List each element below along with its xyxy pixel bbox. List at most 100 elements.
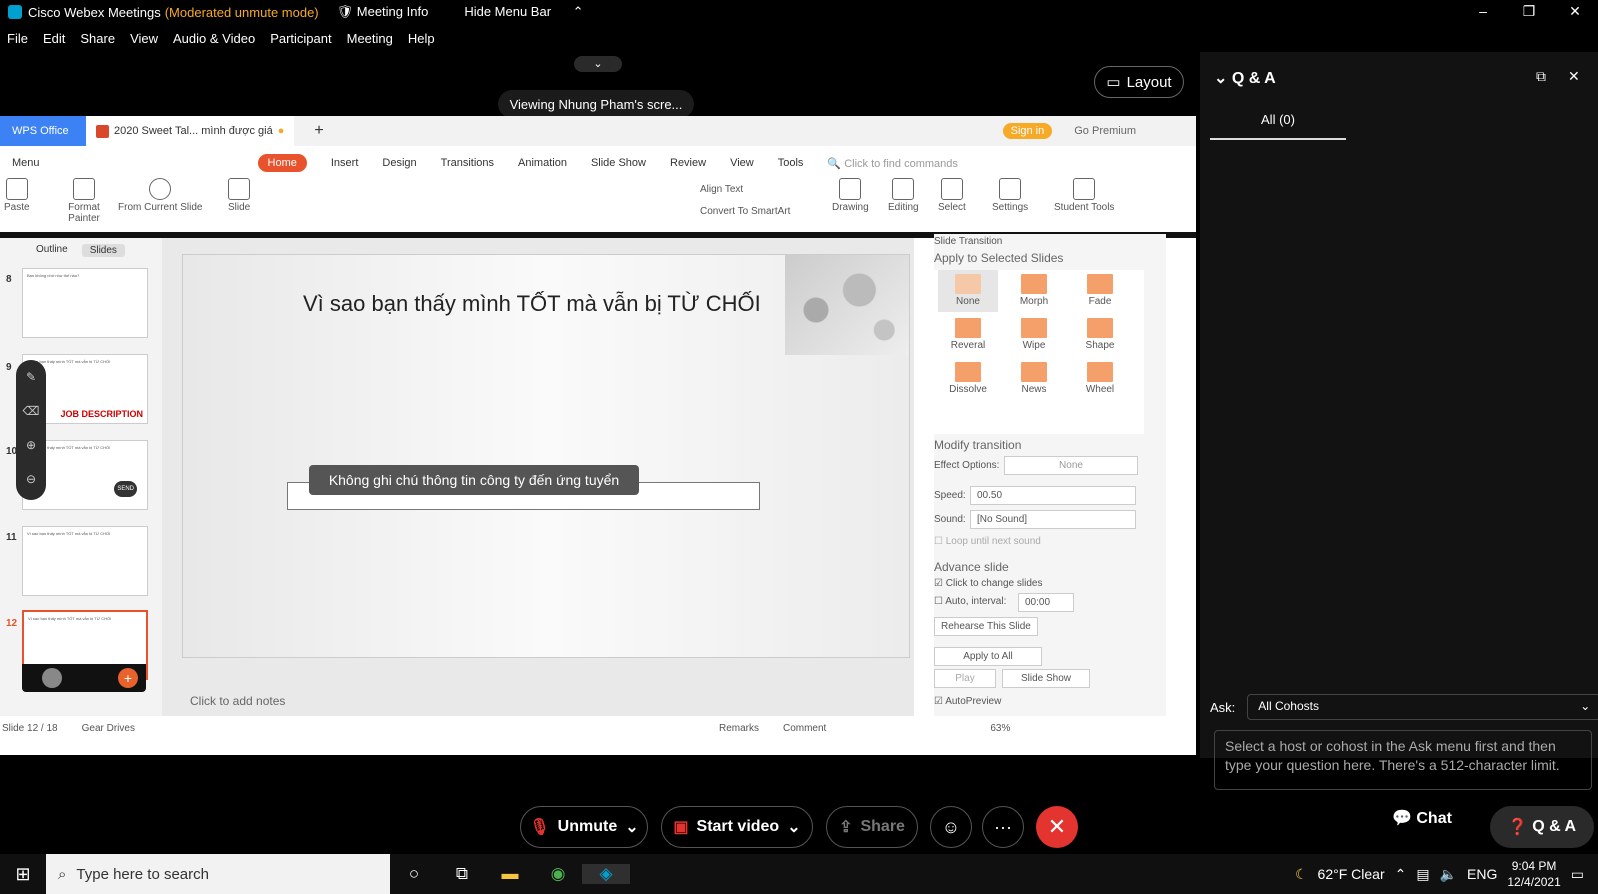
close-icon[interactable]: ✕ xyxy=(1552,0,1598,24)
comment-button[interactable]: Comment xyxy=(783,723,826,739)
leave-meeting-button[interactable]: ✕ xyxy=(1036,806,1078,848)
sign-in-button[interactable]: Sign in xyxy=(1002,123,1053,139)
chrome-icon[interactable]: ◉ xyxy=(534,864,582,884)
zoom-out-icon[interactable]: ⊖ xyxy=(16,462,46,496)
transition-fade[interactable]: Fade xyxy=(1070,270,1130,312)
slide-title[interactable]: Vì sao bạn thấy mình TỐT mà vẫn bị TỪ CH… xyxy=(303,291,761,317)
tab-transitions[interactable]: Transitions xyxy=(441,157,494,169)
menu-participant[interactable]: Participant xyxy=(270,28,331,50)
click-change-checkbox[interactable]: ☑ Click to change slides xyxy=(934,578,1042,589)
tab-review[interactable]: Review xyxy=(670,157,706,169)
drawing-button[interactable]: Drawing xyxy=(832,178,869,213)
chat-button[interactable]: 💬 Chat xyxy=(1392,808,1452,828)
auto-interval-checkbox[interactable]: ☐ Auto, interval: xyxy=(934,596,1006,607)
menu-share[interactable]: Share xyxy=(80,28,115,50)
tab-tools[interactable]: Tools xyxy=(778,157,804,169)
menu-meeting[interactable]: Meeting xyxy=(347,28,393,50)
tab-slide-show[interactable]: Slide Show xyxy=(591,157,646,169)
transition-news[interactable]: News xyxy=(1004,358,1064,400)
zoom-level[interactable]: 63% xyxy=(990,723,1010,739)
language-indicator[interactable]: ENG xyxy=(1467,866,1497,882)
hide-menu-button[interactable]: Hide Menu Bar ⌃ xyxy=(464,4,583,20)
interval-input[interactable]: 00:00 xyxy=(1018,593,1074,612)
sound-select[interactable]: [No Sound] xyxy=(970,510,1136,529)
menu-file[interactable]: File xyxy=(7,28,28,50)
play-button[interactable]: Play xyxy=(934,669,996,688)
cortana-icon[interactable]: ○ xyxy=(390,864,438,884)
notifications-icon[interactable]: ▭ xyxy=(1571,866,1584,883)
autopreview-checkbox[interactable]: ☑ AutoPreview xyxy=(934,696,1001,707)
new-tab-icon[interactable]: + xyxy=(314,122,323,140)
select-button[interactable]: Select xyxy=(938,178,966,213)
paste-button[interactable]: Paste xyxy=(4,178,30,213)
tab-animation[interactable]: Animation xyxy=(518,157,567,169)
menu-edit[interactable]: Edit xyxy=(43,28,65,50)
more-options-icon[interactable]: ··· xyxy=(982,806,1024,848)
qa-button[interactable]: ❓ Q & A xyxy=(1490,806,1594,848)
convert-smartart-button[interactable]: Convert To SmartArt xyxy=(700,206,790,217)
transition-wheel[interactable]: Wheel xyxy=(1070,358,1130,400)
meeting-info-button[interactable]: 🛡 Meeting Info xyxy=(337,4,447,20)
unmute-button[interactable]: 🎙 Unmute ⌄ xyxy=(520,806,648,848)
ask-dropdown[interactable]: All Cohosts ⌄ xyxy=(1247,694,1598,720)
tab-menu[interactable]: Menu xyxy=(12,157,40,169)
transition-shape[interactable]: Shape xyxy=(1070,314,1130,356)
taskbar-search[interactable]: ⌕ Type here to search xyxy=(46,854,390,894)
question-input[interactable]: Select a host or cohost in the Ask menu … xyxy=(1214,730,1592,790)
settings-button[interactable]: Settings xyxy=(992,178,1028,213)
tab-view[interactable]: View xyxy=(730,157,754,169)
tab-outline[interactable]: Outline xyxy=(36,244,68,257)
align-text-button[interactable]: Align Text xyxy=(700,184,743,195)
rehearse-button[interactable]: Rehearse This Slide xyxy=(934,617,1038,636)
go-premium-button[interactable]: Go Premium xyxy=(1074,125,1136,137)
transition-none[interactable]: None xyxy=(938,270,998,312)
file-explorer-icon[interactable]: ▬ xyxy=(486,864,534,884)
transition-wipe[interactable]: Wipe xyxy=(1004,314,1064,356)
share-button[interactable]: ⇪ Share xyxy=(826,806,918,848)
find-commands[interactable]: 🔍 Click to find commands xyxy=(827,157,957,170)
collapse-chevron-icon[interactable]: ⌄ xyxy=(574,56,622,72)
slide-thumbnail[interactable]: Bạn không nhớ như thế nào? xyxy=(22,268,148,338)
minimize-icon[interactable]: – xyxy=(1460,0,1506,24)
tab-slides[interactable]: Slides xyxy=(81,244,125,257)
network-icon[interactable]: ▤ xyxy=(1416,866,1429,883)
loop-checkbox[interactable]: ☐ Loop until next sound xyxy=(934,536,1041,547)
effect-options-field[interactable]: None xyxy=(1004,456,1138,475)
qa-all-tab[interactable]: All (0) xyxy=(1210,112,1346,140)
format-painter-button[interactable]: Format Painter xyxy=(62,178,106,224)
menu-help[interactable]: Help xyxy=(408,28,435,50)
menu-view[interactable]: View xyxy=(130,28,158,50)
tab-design[interactable]: Design xyxy=(382,157,416,169)
windows-start-icon[interactable]: ⊞ xyxy=(0,864,46,885)
popout-icon[interactable]: ⧉ xyxy=(1536,68,1546,85)
add-slide-icon[interactable]: + xyxy=(118,668,138,688)
task-view-icon[interactable]: ⧉ xyxy=(438,864,486,884)
transition-reveral[interactable]: Reveral xyxy=(938,314,998,356)
webex-taskbar-icon[interactable]: ◈ xyxy=(582,864,630,884)
pen-icon[interactable]: ✎ xyxy=(16,360,46,394)
layout-button[interactable]: ▭ Layout xyxy=(1094,66,1184,98)
eraser-icon[interactable]: ⌫ xyxy=(16,394,46,428)
close-panel-icon[interactable]: ✕ xyxy=(1568,68,1580,85)
transition-dissolve[interactable]: Dissolve xyxy=(938,358,998,400)
from-current-slide-button[interactable]: From Current Slide xyxy=(118,178,202,213)
notes-pane[interactable]: Click to add notes xyxy=(162,686,914,716)
document-tab[interactable]: 2020 Sweet Tal... mình được giá ● xyxy=(86,116,295,146)
tab-home[interactable]: Home xyxy=(257,154,307,172)
zoom-in-icon[interactable]: ⊕ xyxy=(16,428,46,462)
transition-morph[interactable]: Morph xyxy=(1004,270,1064,312)
reactions-icon[interactable]: ☺ xyxy=(930,806,972,848)
wps-office-tab[interactable]: WPS Office xyxy=(0,116,86,146)
maximize-icon[interactable]: ❐ xyxy=(1506,0,1552,24)
clock[interactable]: 9:04 PM 12/4/2021 xyxy=(1507,858,1560,890)
speed-input[interactable]: 00.50 xyxy=(970,486,1136,505)
play-icon[interactable] xyxy=(42,668,62,688)
tab-insert[interactable]: Insert xyxy=(331,157,359,169)
volume-icon[interactable]: 🔈 xyxy=(1440,866,1457,883)
student-tools-button[interactable]: Student Tools xyxy=(1054,178,1114,213)
tray-expand-icon[interactable]: ⌃ xyxy=(1395,866,1407,883)
start-video-button[interactable]: ▣ Start video ⌄ xyxy=(661,806,813,848)
slide-button[interactable]: Slide xyxy=(228,178,250,213)
menu-audio-video[interactable]: Audio & Video xyxy=(173,28,255,50)
editing-button[interactable]: Editing xyxy=(888,178,919,213)
